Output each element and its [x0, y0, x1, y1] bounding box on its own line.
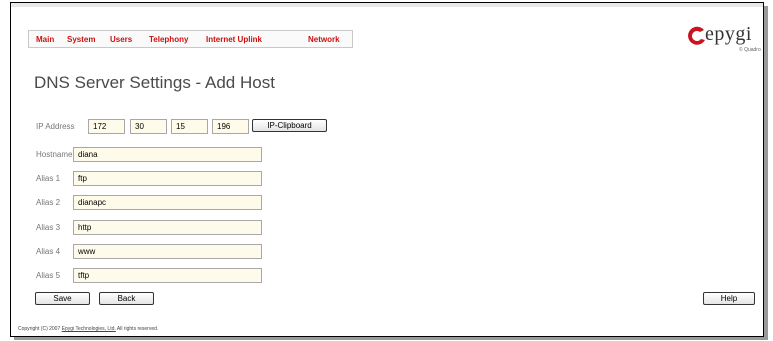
alias-5-input[interactable]: tftp [73, 268, 262, 283]
ip-address-label: IP Address [36, 122, 75, 131]
alias-3-label: Alias 3 [36, 223, 61, 232]
alias-2-input[interactable]: dianapc [73, 195, 262, 210]
ip-octet-3-input[interactable]: 15 [171, 119, 208, 134]
alias-3-input[interactable]: http [73, 220, 262, 235]
frame-shadow-right [764, 6, 768, 339]
alias-4-label: Alias 4 [36, 247, 61, 256]
menu-network[interactable]: Network [308, 35, 340, 44]
main-frame [10, 2, 764, 337]
ip-octet-1-input[interactable]: 172 [88, 119, 125, 134]
menu-users[interactable]: Users [110, 35, 132, 44]
menu-telephony[interactable]: Telephony [149, 35, 188, 44]
ip-clipboard-button[interactable]: IP-Clipboard [252, 119, 327, 132]
save-button[interactable]: Save [35, 292, 90, 305]
copyright-prefix: Copyright (C) 2007 [18, 326, 61, 332]
frame-top-band [11, 3, 763, 7]
top-menu-bar: Main System Users Telephony Internet Upl… [28, 30, 353, 48]
help-button[interactable]: Help [703, 292, 755, 305]
alias-2-label: Alias 2 [36, 198, 61, 207]
alias-1-input[interactable]: ftp [73, 171, 262, 186]
menu-system[interactable]: System [67, 35, 95, 44]
frame-shadow-bottom [14, 337, 768, 340]
copyright-footer: Copyright (C) 2007 Epygi Technologies, L… [18, 326, 158, 332]
ip-octet-2-input[interactable]: 30 [130, 119, 167, 134]
menu-internet-uplink[interactable]: Internet Uplink [206, 35, 262, 44]
alias-5-label: Alias 5 [36, 271, 61, 280]
logo-subtitle: © Quadro [739, 47, 761, 53]
hostname-input[interactable]: diana [73, 147, 262, 162]
copyright-suffix: All rights reserved. [116, 326, 159, 332]
back-button[interactable]: Back [99, 292, 154, 305]
company-link[interactable]: Epygi Technologies, Ltd. [62, 326, 116, 332]
menu-main[interactable]: Main [36, 35, 54, 44]
page-title: DNS Server Settings - Add Host [34, 73, 275, 92]
epygi-logo: epygi © Quadro [684, 20, 764, 56]
alias-1-label: Alias 1 [36, 174, 61, 183]
hostname-label: Hostname [36, 150, 73, 159]
ip-octet-4-input[interactable]: 196 [212, 119, 249, 134]
alias-4-input[interactable]: www [73, 244, 262, 259]
logo-wordmark: epygi [705, 23, 752, 45]
